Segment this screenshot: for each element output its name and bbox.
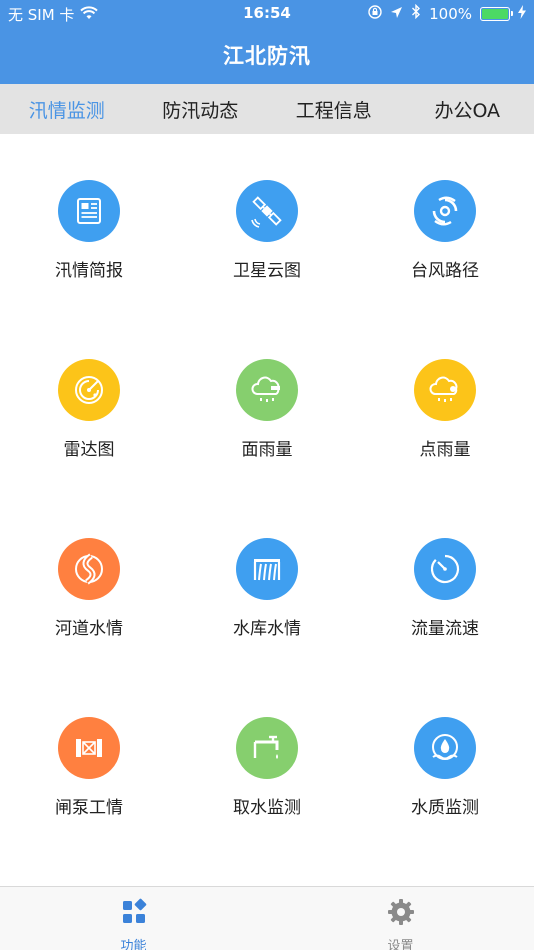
grid-item-river-water-regime[interactable]: 河道水情: [0, 492, 178, 671]
grid-item-flood-briefing[interactable]: 汛情简报: [0, 134, 178, 313]
function-grid: 汛情简报 卫星云图 台风路径 雷达图 面雨量 点雨量 河道水情 水库水情 流量流…: [0, 134, 534, 886]
grid-label: 水库水情: [233, 619, 301, 639]
status-bar: 无 SIM 卡 16:54 100%: [0, 0, 534, 28]
grid-label: 水质监测: [411, 798, 479, 818]
water-tap-icon: [236, 717, 298, 779]
grid-item-satellite-cloud[interactable]: 卫星云图: [178, 134, 356, 313]
grid-apps-icon: [119, 897, 149, 931]
tab-project-info[interactable]: 工程信息: [267, 84, 401, 134]
page-title: 江北防汛: [223, 44, 311, 68]
category-tab-bar: 汛情监测 防汛动态 工程信息 办公OA: [0, 84, 534, 134]
newspaper-icon: [58, 180, 120, 242]
tab-flood-monitoring[interactable]: 汛情监测: [0, 84, 134, 134]
grid-item-area-rainfall[interactable]: 面雨量: [178, 313, 356, 492]
nav-label: 设置: [387, 939, 414, 950]
grid-label: 河道水情: [55, 619, 123, 639]
cloud-rain-icon: [236, 359, 298, 421]
nav-functions[interactable]: 功能: [0, 887, 267, 950]
grid-label: 点雨量: [419, 440, 471, 460]
grid-item-typhoon-path[interactable]: 台风路径: [356, 134, 534, 313]
bottom-navigation: 功能 设置: [0, 886, 534, 950]
charging-icon: [518, 4, 526, 23]
grid-item-reservoir-water-regime[interactable]: 水库水情: [178, 492, 356, 671]
nav-settings[interactable]: 设置: [267, 887, 534, 950]
grid-item-water-intake-monitoring[interactable]: 取水监测: [178, 671, 356, 850]
tab-flood-news[interactable]: 防汛动态: [134, 84, 268, 134]
satellite-icon: [236, 180, 298, 242]
reservoir-dam-icon: [236, 538, 298, 600]
gear-icon: [386, 897, 416, 931]
nav-label: 功能: [120, 939, 147, 950]
grid-item-point-rainfall[interactable]: 点雨量: [356, 313, 534, 492]
tab-office-oa[interactable]: 办公OA: [401, 84, 534, 134]
grid-label: 流量流速: [411, 619, 479, 639]
grid-item-radar-map[interactable]: 雷达图: [0, 313, 178, 492]
gauge-icon: [414, 538, 476, 600]
sluice-gate-icon: [58, 717, 120, 779]
battery-icon: [480, 6, 513, 21]
grid-label: 台风路径: [411, 261, 479, 281]
bluetooth-icon: [411, 3, 421, 23]
location-icon: [390, 5, 403, 23]
grid-item-flow-velocity[interactable]: 流量流速: [356, 492, 534, 671]
grid-item-sluice-pump-condition[interactable]: 闸泵工情: [0, 671, 178, 850]
typhoon-icon: [414, 180, 476, 242]
grid-label: 卫星云图: [233, 261, 301, 281]
grid-label: 面雨量: [241, 440, 293, 460]
grid-item-water-quality-monitoring[interactable]: 水质监测: [356, 671, 534, 850]
grid-label: 雷达图: [63, 440, 115, 460]
grid-label: 取水监测: [233, 798, 301, 818]
water-drop-icon: [414, 717, 476, 779]
cloud-rain-point-icon: [414, 359, 476, 421]
radar-icon: [58, 359, 120, 421]
app-header: 无 SIM 卡 16:54 100% 江北防汛: [0, 0, 534, 84]
orientation-lock-icon: [368, 4, 382, 23]
grid-label: 闸泵工情: [55, 798, 123, 818]
river-icon: [58, 538, 120, 600]
grid-label: 汛情简报: [55, 261, 123, 281]
battery-percent: 100%: [429, 4, 472, 23]
